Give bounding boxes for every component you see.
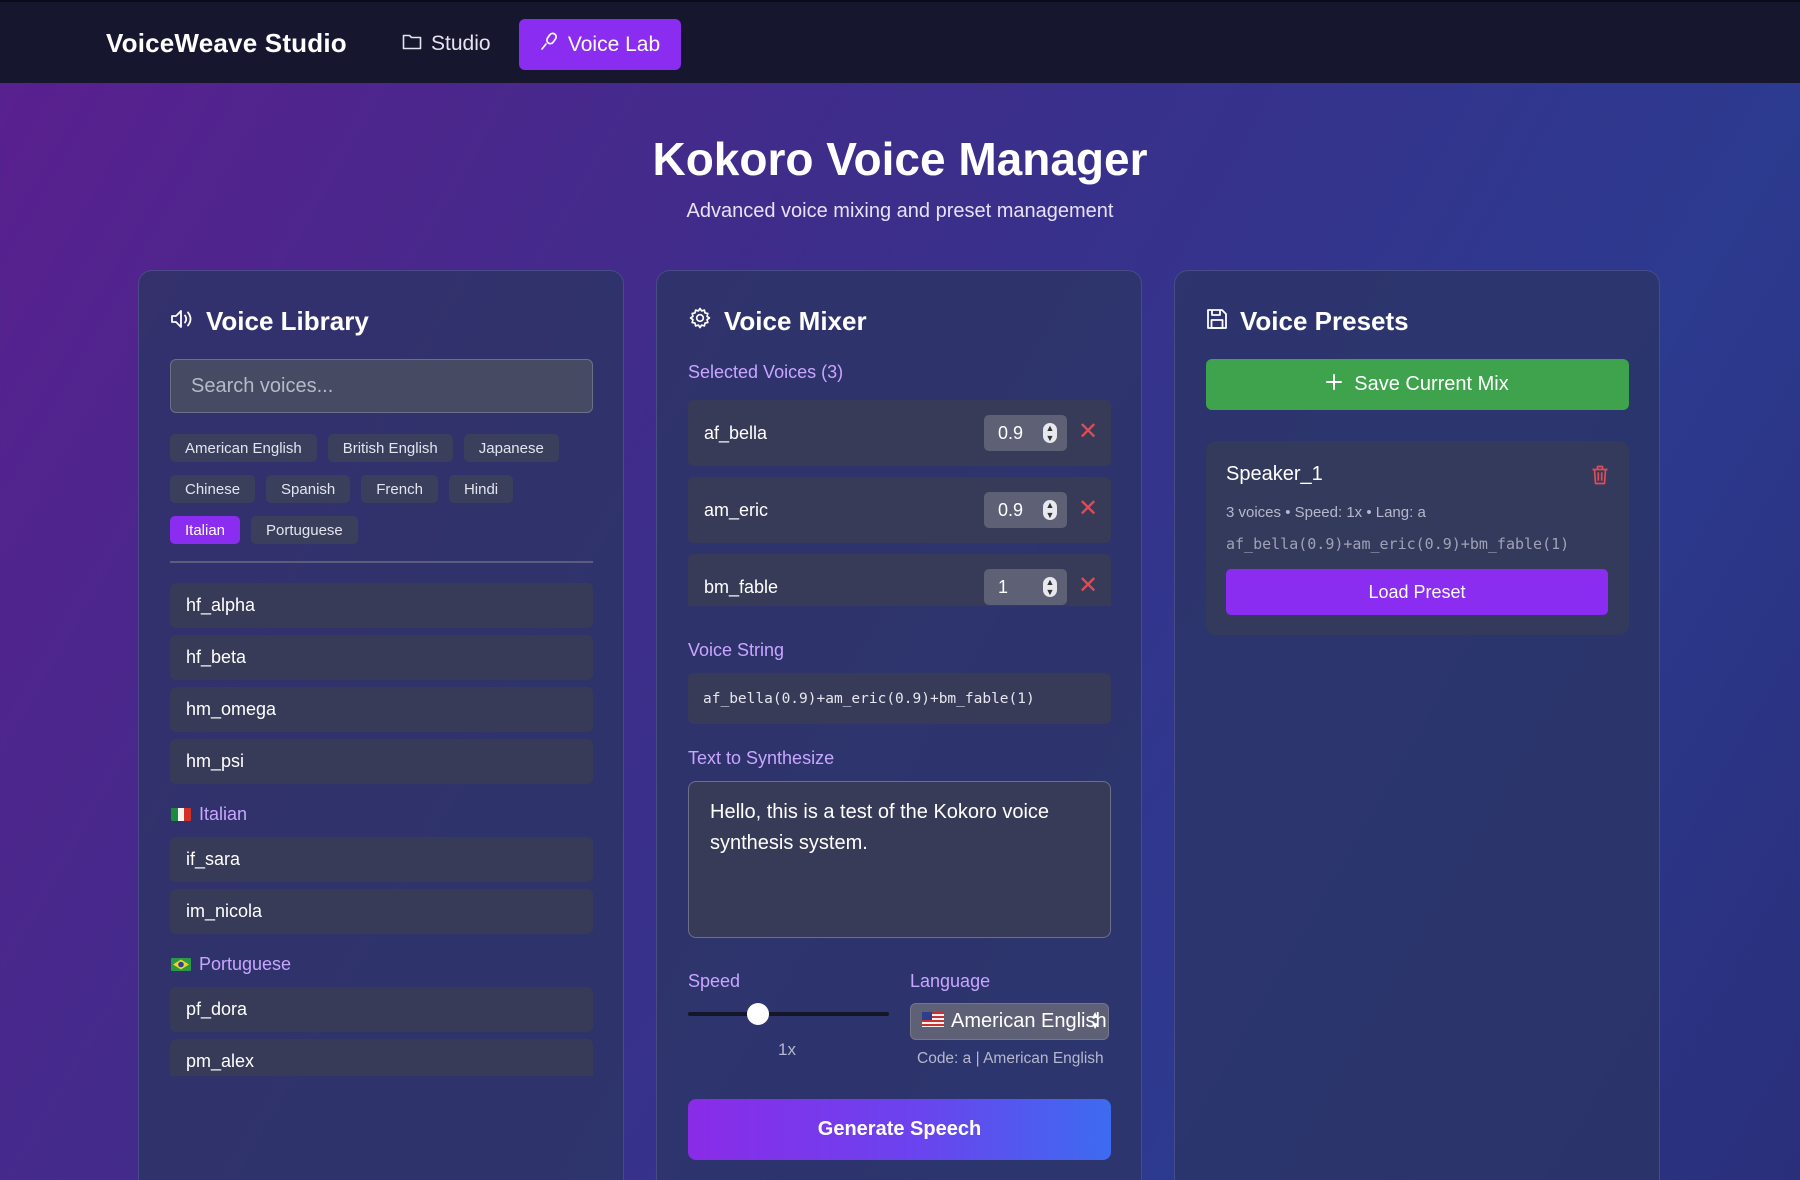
preset-voice-string: af_bella(0.9)+am_eric(0.9)+bm_fable(1) — [1226, 535, 1570, 553]
group-heading-italian: Italian — [170, 791, 593, 837]
trash-icon[interactable] — [1591, 465, 1609, 490]
spinner-arrows-icon[interactable]: ▲ ▼ — [1043, 577, 1057, 597]
nav-voice-lab-tab[interactable]: Voice Lab — [519, 19, 681, 70]
voice-presets-heading: Voice Presets — [1206, 306, 1409, 337]
selected-voice-row: af_bella 0.9 ▲ ▼ ✕ — [688, 400, 1111, 466]
chip-american-english[interactable]: American English — [170, 434, 317, 462]
voice-library-panel: Voice Library American English British E… — [138, 270, 624, 1180]
speed-value: 1x — [778, 1040, 796, 1059]
speed-slider-handle[interactable] — [747, 1003, 770, 1025]
voice-mixer-panel: Voice Mixer Selected Voices (3) af_bella… — [656, 270, 1142, 1180]
language-selected-value: American English — [951, 1010, 1107, 1032]
save-current-mix-label: Save Current Mix — [1354, 373, 1509, 395]
voice-item-hf-alpha[interactable]: hf_alpha — [170, 583, 593, 628]
voice-library-title: Voice Library — [206, 306, 369, 336]
language-select[interactable]: American English ▲ ▼ — [910, 1003, 1109, 1040]
voice-item-hf-beta[interactable]: hf_beta — [170, 635, 593, 680]
chip-french[interactable]: French — [361, 475, 438, 503]
selected-voices-list: af_bella 0.9 ▲ ▼ ✕ am_eric 0.9 ▲ ▼ ✕ bm_fa… — [688, 400, 1111, 606]
chip-hindi[interactable]: Hindi — [448, 475, 514, 503]
selected-voice-name: af_bella — [704, 422, 768, 443]
remove-voice-button[interactable]: ✕ — [1078, 495, 1098, 523]
brazil-flag-icon — [171, 957, 191, 971]
voice-weight-input[interactable]: 1 ▲ ▼ — [984, 569, 1067, 605]
speed-slider[interactable] — [688, 1003, 889, 1025]
voice-weight-value: 0.9 — [998, 499, 1024, 520]
chip-italian[interactable]: Italian — [170, 516, 241, 544]
text-to-synthesize-label: Text to Synthesize — [688, 748, 835, 768]
selected-voice-row: am_eric 0.9 ▲ ▼ ✕ — [688, 477, 1111, 543]
voice-weight-value: 1 — [998, 576, 1009, 597]
voice-weight-input[interactable]: 0.9 ▲ ▼ — [984, 492, 1067, 528]
voice-presets-title: Voice Presets — [1240, 306, 1409, 336]
remove-voice-button[interactable]: ✕ — [1078, 418, 1098, 446]
selected-voice-row: bm_fable 1 ▲ ▼ ✕ — [688, 554, 1111, 606]
voice-mixer-heading: Voice Mixer — [688, 306, 867, 337]
voice-presets-panel: Voice Presets Save Current Mix Speaker_1… — [1174, 270, 1660, 1180]
top-nav-bar: VoiceWeave Studio Studio Voice Lab — [0, 0, 1800, 83]
voice-string-label: Voice String — [688, 640, 785, 660]
load-preset-button[interactable]: Load Preset — [1226, 569, 1608, 615]
select-arrows-icon: ▲ ▼ — [1090, 1010, 1100, 1032]
chip-british-english[interactable]: British English — [327, 434, 453, 462]
voice-item-im-nicola[interactable]: im_nicola — [170, 889, 593, 934]
remove-voice-button[interactable]: ✕ — [1078, 572, 1098, 600]
nav-studio-label: Studio — [431, 32, 491, 55]
brand-title: VoiceWeave Studio — [106, 28, 347, 58]
nav-studio-link[interactable]: Studio — [402, 24, 491, 64]
gear-icon — [688, 306, 712, 337]
generate-speech-button[interactable]: Generate Speech — [688, 1099, 1111, 1160]
preset-name: Speaker_1 — [1226, 463, 1323, 485]
voice-item-pm-alex[interactable]: pm_alex — [170, 1039, 593, 1076]
microphone-icon — [540, 32, 558, 57]
page-subtitle: Advanced voice mixing and preset managem… — [686, 200, 1114, 222]
save-current-mix-button[interactable]: Save Current Mix — [1206, 359, 1629, 410]
group-italian-label: Italian — [199, 803, 248, 824]
language-code-info: Code: a | American English — [917, 1050, 1104, 1067]
us-flag-icon — [922, 1010, 944, 1033]
chip-japanese[interactable]: Japanese — [463, 434, 559, 462]
nav-voice-lab-label: Voice Lab — [567, 32, 661, 56]
plus-icon — [1326, 373, 1343, 396]
selected-voice-name: bm_fable — [704, 576, 779, 597]
voice-list[interactable]: hf_alpha hf_beta hm_omega hm_psi Italian… — [170, 583, 593, 1076]
chip-spanish[interactable]: Spanish — [266, 475, 351, 503]
spinner-arrows-icon[interactable]: ▲ ▼ — [1043, 500, 1057, 520]
voice-item-pf-dora[interactable]: pf_dora — [170, 987, 593, 1032]
spinner-arrows-icon[interactable]: ▲ ▼ — [1043, 423, 1057, 443]
search-voices-input[interactable] — [170, 359, 593, 413]
voice-item-hm-psi[interactable]: hm_psi — [170, 739, 593, 784]
library-divider — [170, 561, 593, 563]
speed-label: Speed — [688, 971, 741, 991]
voice-item-if-sara[interactable]: if_sara — [170, 837, 593, 882]
text-to-synthesize-input[interactable]: Hello, this is a test of the Kokoro voic… — [688, 781, 1111, 938]
selected-voice-name: am_eric — [704, 499, 769, 520]
speaker-icon — [170, 306, 194, 337]
voice-item-hm-omega[interactable]: hm_omega — [170, 687, 593, 732]
voice-mixer-title: Voice Mixer — [724, 306, 867, 336]
page-title: Kokoro Voice Manager — [652, 133, 1148, 185]
voice-library-heading: Voice Library — [170, 306, 369, 337]
chip-portuguese[interactable]: Portuguese — [251, 516, 358, 544]
group-heading-portuguese: Portuguese — [170, 941, 593, 987]
voice-weight-value: 0.9 — [998, 422, 1024, 443]
selected-voices-label: Selected Voices (3) — [688, 362, 844, 382]
language-label: Language — [910, 971, 991, 991]
voice-string-display: af_bella(0.9)+am_eric(0.9)+bm_fable(1) — [688, 673, 1111, 724]
group-portuguese-label: Portuguese — [199, 953, 292, 974]
chip-chinese[interactable]: Chinese — [170, 475, 256, 503]
language-filter-chips: American English British English Japanes… — [170, 434, 600, 557]
voice-weight-input[interactable]: 0.9 ▲ ▼ — [984, 415, 1067, 451]
floppy-disk-icon — [1206, 306, 1228, 337]
folder-icon — [402, 32, 422, 56]
italy-flag-icon — [171, 807, 191, 821]
preset-card: Speaker_1 3 voices • Speed: 1x • Lang: a… — [1206, 441, 1629, 635]
preset-meta: 3 voices • Speed: 1x • Lang: a — [1226, 504, 1426, 521]
